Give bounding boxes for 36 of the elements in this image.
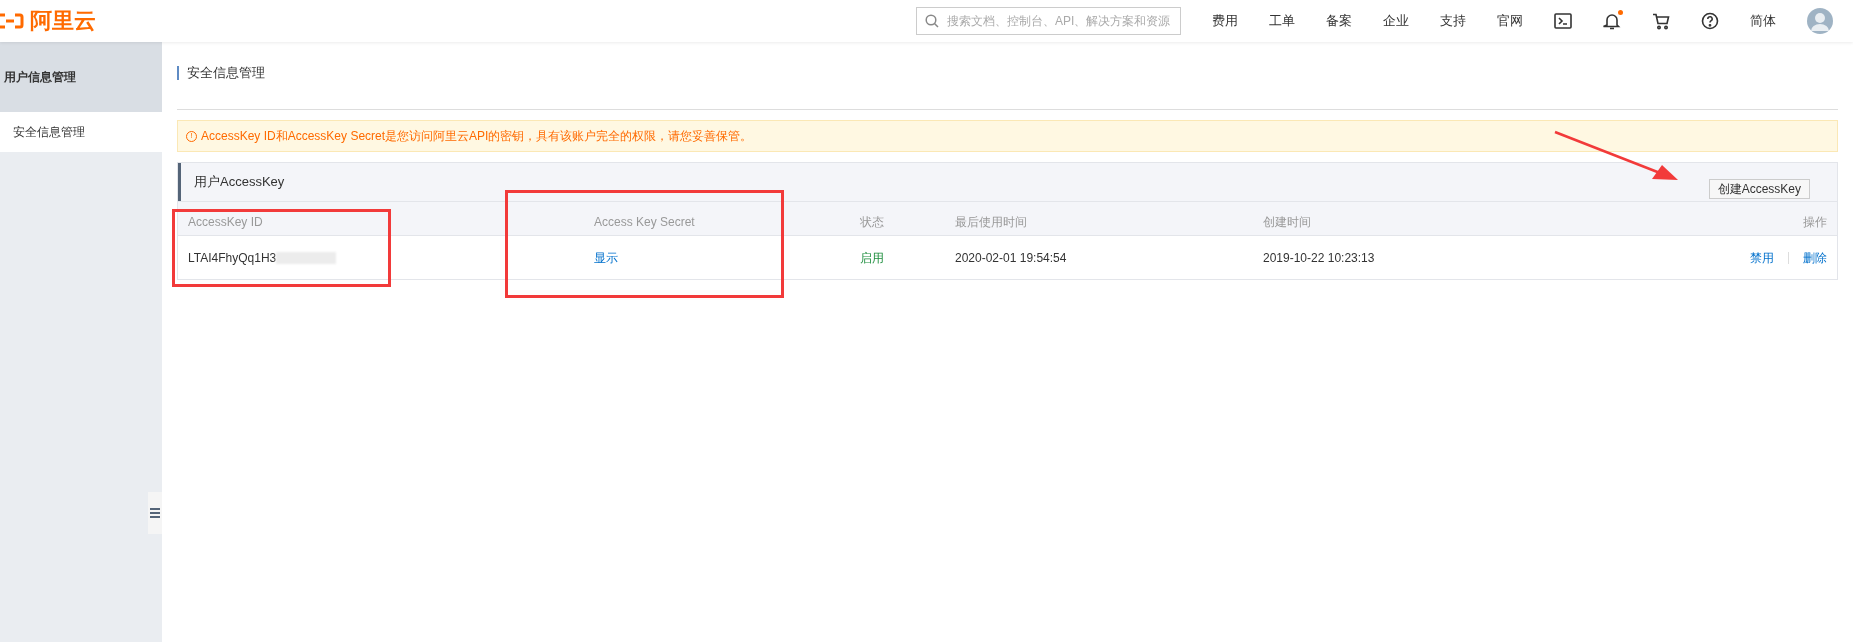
table-cell-text: LTAI4FhyQq1H3: [188, 249, 277, 267]
nav-link[interactable]: 工单: [1269, 11, 1295, 31]
table-cell-text: 2020-02-01 19:54:54: [955, 249, 1067, 267]
nav-link[interactable]: 官网: [1497, 11, 1523, 31]
nav-link[interactable]: 费用: [1212, 11, 1238, 31]
search-field[interactable]: 搜索文档、控制台、API、解决方案和资源: [916, 7, 1181, 35]
column-header: 创建时间: [1263, 213, 1311, 231]
warning-text: AccessKey ID和AccessKey Secret是您访问阿里云API的密钥，具有该账户完全的权限，请您妥善保管。: [201, 128, 753, 145]
search-icon: [925, 14, 939, 28]
status-text: 启用: [860, 249, 884, 267]
help-icon[interactable]: [1701, 12, 1719, 30]
cart-icon[interactable]: [1652, 12, 1670, 30]
nav-link[interactable]: 简体: [1750, 11, 1776, 31]
nav-link[interactable]: 支持: [1440, 11, 1466, 31]
sidebar-item[interactable]: 安全信息管理: [0, 112, 162, 152]
column-header: 最后使用时间: [955, 213, 1027, 231]
column-header: AccessKey ID: [188, 213, 263, 231]
logo-text: 阿里云: [30, 10, 96, 32]
create-accesskey-button[interactable]: 创建AccessKey: [1708, 179, 1810, 199]
logo-icon: [0, 13, 24, 29]
page-title: 安全信息管理: [177, 65, 265, 80]
collapse-handle[interactable]: [148, 492, 162, 534]
action-link[interactable]: 禁用: [1750, 248, 1774, 267]
terminal-icon[interactable]: [1554, 13, 1572, 29]
nav-link[interactable]: 企业: [1383, 11, 1409, 31]
panel-title: 用户AccessKey: [194, 173, 285, 192]
sidebar-title: 用户信息管理: [0, 42, 162, 112]
action-link[interactable]: 删除: [1803, 248, 1827, 267]
notification-bell-icon[interactable]: [1603, 12, 1621, 30]
table-cell-text: 2019-10-22 10:23:13: [1263, 249, 1375, 267]
show-secret-link[interactable]: 显示: [594, 248, 618, 267]
menu-icon: [150, 508, 160, 518]
column-header: 状态: [860, 213, 884, 231]
nav-link[interactable]: 备案: [1326, 11, 1352, 31]
column-header: 操作: [1803, 213, 1827, 231]
column-header: Access Key Secret: [594, 213, 695, 231]
